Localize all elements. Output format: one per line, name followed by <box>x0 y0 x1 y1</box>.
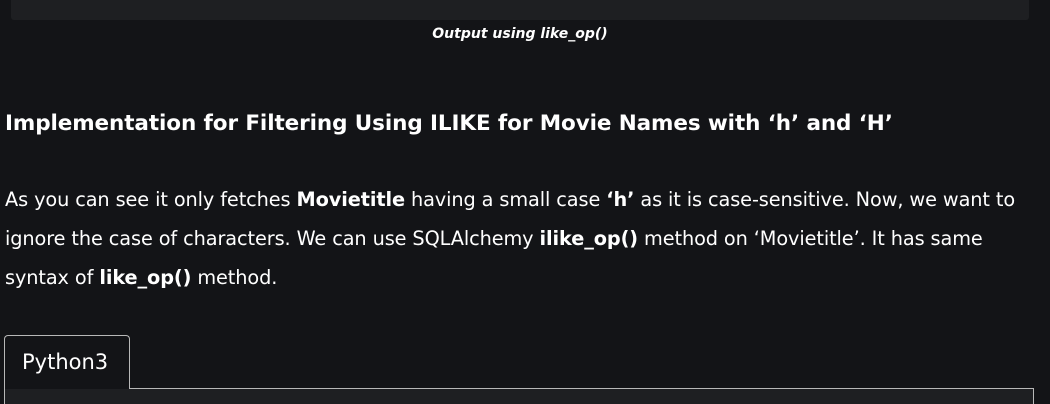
paragraph-bold-movietitle: Movietitle <box>296 188 406 211</box>
tab-python3[interactable]: Python3 <box>4 335 130 389</box>
paragraph-text-1: As you can see it only fetches <box>5 188 297 211</box>
code-block-panel <box>4 388 1034 404</box>
paragraph-bold-ilike-op: ilike_op() <box>539 227 639 250</box>
figure-caption: Output using like_op() <box>432 26 608 42</box>
paragraph-text-2: having a small case <box>404 188 607 211</box>
section-heading: Implementation for Filtering Using ILIKE… <box>5 111 893 136</box>
previous-code-output-block <box>11 0 1029 20</box>
paragraph-bold-h: ‘h’ <box>606 188 635 211</box>
paragraph-text-5: method. <box>191 266 278 289</box>
article-page: Output using like_op() Implementation fo… <box>0 0 1050 404</box>
paragraph-bold-like-op: like_op() <box>99 266 192 289</box>
body-paragraph: As you can see it only fetches Movietitl… <box>5 180 1045 297</box>
